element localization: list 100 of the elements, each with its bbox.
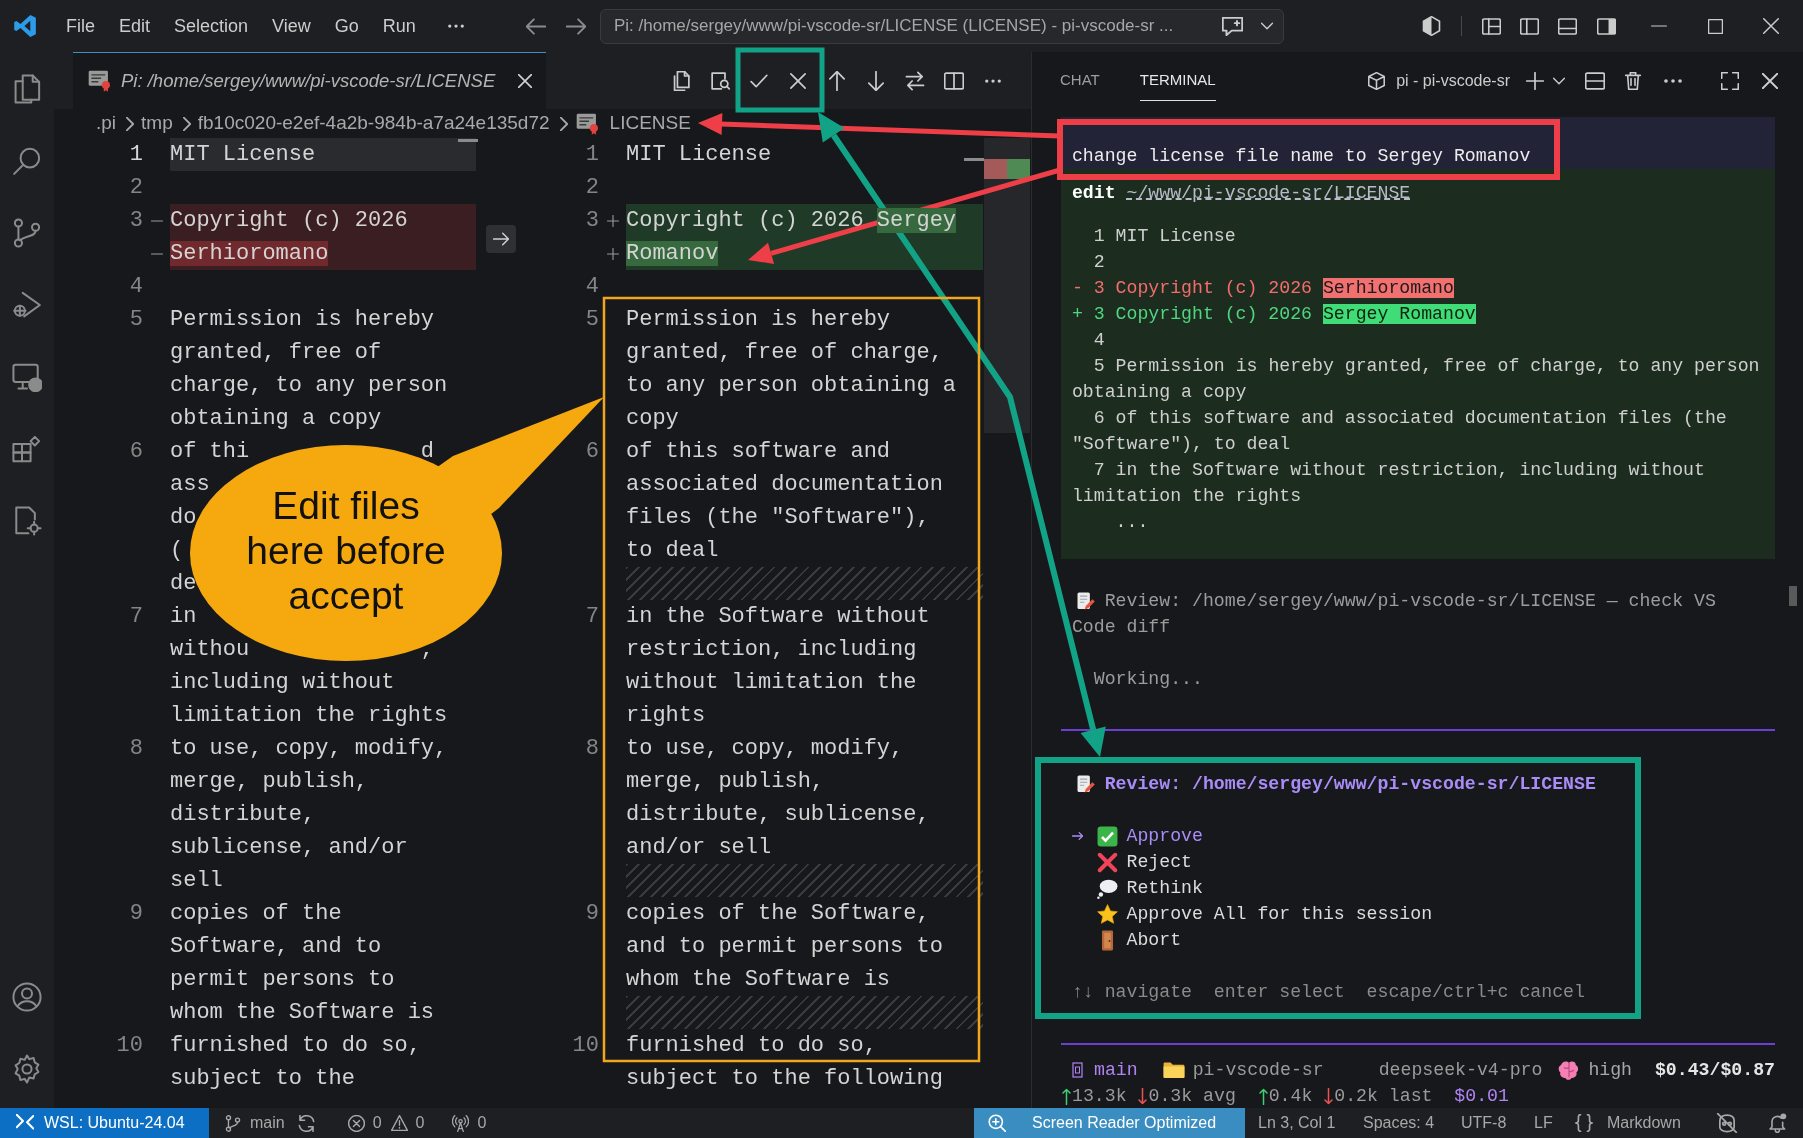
command-center[interactable]: Pi: /home/sergey/www/pi-vscode-sr/LICENSE (LICENSE) - pi-vscode-sr ...: [600, 8, 1284, 44]
code-text: distribute,: [170, 802, 316, 827]
code-text: and/or sell: [626, 835, 772, 860]
sidebar-left-icon[interactable]: [1519, 17, 1539, 35]
sync-icon[interactable]: [297, 1114, 315, 1132]
close-icon[interactable]: [787, 70, 808, 91]
menu-option[interactable]: Approve: [1061, 823, 1203, 849]
certificate-icon: [574, 112, 599, 135]
line-number: 3: [585, 208, 599, 233]
branch-button[interactable]: main: [225, 1111, 285, 1135]
arrow-right-icon[interactable]: [566, 17, 586, 35]
document-search-icon[interactable]: [709, 70, 730, 91]
breadcrumb-item[interactable]: fb10c020-e2ef-4a2b-984b-a7a24e135d72: [197, 109, 550, 138]
account-icon[interactable]: [12, 982, 42, 1012]
menu-option[interactable]: Abort: [1061, 927, 1182, 953]
code-text: distribute, sublicense,: [626, 802, 930, 827]
line-number: 3: [129, 208, 143, 233]
plus-icon[interactable]: [1526, 71, 1544, 90]
panel-tab[interactable]: TERMINAL: [1139, 60, 1216, 101]
arrow-right-icon: [493, 232, 509, 246]
eol-button[interactable]: LF: [1526, 1111, 1565, 1135]
robot-off-icon[interactable]: [1716, 1113, 1738, 1133]
code-text: without limitation the: [626, 670, 917, 695]
split-editor-icon[interactable]: [943, 70, 964, 91]
menu-item[interactable]: File: [66, 12, 95, 40]
arrow-left-icon[interactable]: [526, 17, 546, 35]
callout-text: Edit files here before accept: [245, 483, 447, 618]
working-status: Working...: [1092, 668, 1203, 691]
review-status: Code diff: [1071, 616, 1171, 639]
menu-item[interactable]: View: [272, 12, 311, 40]
more-icon[interactable]: [984, 78, 1001, 83]
editor-tab[interactable]: Pi: /home/sergey/www/pi-vscode-sr/LICENSE: [73, 52, 546, 109]
close-icon[interactable]: [518, 74, 532, 88]
cursor-position[interactable]: Ln 3, Col 1: [1250, 1111, 1350, 1135]
remote-indicator[interactable]: WSL: Ubuntu-24.04: [0, 1108, 209, 1138]
files-icon[interactable]: [12, 74, 42, 104]
more-icon[interactable]: [447, 24, 464, 28]
panel-bottom-icon[interactable]: [1557, 17, 1577, 35]
swap-icon[interactable]: [904, 70, 925, 91]
screen-reader-button[interactable]: Screen Reader Optimized: [974, 1108, 1245, 1138]
code-text: associated documentation: [626, 472, 943, 497]
arrow-up-icon[interactable]: [826, 70, 847, 91]
layout-icon[interactable]: [1481, 17, 1501, 35]
ports-button[interactable]: 0: [451, 1111, 487, 1135]
search-icon[interactable]: [12, 146, 42, 176]
usage-cost: $0.01: [1454, 1085, 1509, 1108]
code-text: Romanov: [626, 241, 719, 266]
code-text: of thi: [170, 439, 250, 464]
run-debug-icon[interactable]: [12, 290, 42, 320]
split-icon[interactable]: [1585, 71, 1605, 90]
menu-option[interactable]: Reject: [1061, 849, 1192, 875]
breadcrumb-item[interactable]: .pi: [96, 109, 117, 138]
usage-label: last: [1388, 1085, 1433, 1108]
panel-tab[interactable]: CHAT: [1060, 60, 1100, 101]
source-control-icon[interactable]: [12, 218, 42, 248]
encoding-button[interactable]: UTF-8: [1453, 1111, 1526, 1135]
maximize-icon[interactable]: [1721, 71, 1739, 90]
extensions-icon[interactable]: [12, 434, 42, 464]
line-number: 8: [129, 736, 143, 761]
sidebar-right-icon[interactable]: [1596, 17, 1616, 35]
code-text: to any person obtaining a: [626, 373, 957, 398]
menu-item[interactable]: Go: [334, 12, 359, 40]
caret-down-icon[interactable]: [1261, 22, 1273, 30]
branch-icon: [225, 1114, 241, 1132]
menu-item[interactable]: Edit: [119, 12, 151, 40]
maximize-icon[interactable]: [1707, 18, 1723, 34]
close-icon[interactable]: [1762, 72, 1778, 89]
trash-icon[interactable]: [1624, 71, 1642, 90]
settings-icon[interactable]: [12, 1054, 42, 1084]
arrow-down-icon[interactable]: [865, 70, 886, 91]
close-icon[interactable]: [1763, 18, 1779, 34]
breadcrumb-item[interactable]: tmp: [141, 109, 173, 138]
problems-button[interactable]: 0 0: [347, 1111, 425, 1135]
zoom-in-icon: [988, 1114, 1006, 1132]
code-text: ,: [420, 636, 434, 664]
terminal-dropdown[interactable]: pi - pi-vscode-sr: [1368, 68, 1510, 93]
breadcrumb-item[interactable]: LICENSE: [609, 109, 691, 138]
file-path[interactable]: ~/www/pi-vscode-sr/LICENSE: [1126, 180, 1411, 206]
app-logo-icon[interactable]: [14, 15, 36, 37]
menu-option[interactable]: Rethink: [1061, 875, 1203, 901]
indentation-button[interactable]: Spaces: 4: [1355, 1111, 1453, 1135]
remote-explorer-icon[interactable]: [12, 362, 42, 392]
line-number: 4: [129, 274, 143, 299]
code-text: withou: [170, 637, 250, 662]
menu-option[interactable]: Approve All for this session: [1061, 901, 1433, 927]
chevron-right-icon: [126, 116, 135, 131]
hexagon-icon[interactable]: [1421, 16, 1441, 36]
diff-line: ...: [1114, 511, 1149, 534]
menu-item[interactable]: Run: [382, 12, 416, 40]
menu-item[interactable]: Selection: [174, 12, 249, 40]
language-button[interactable]: Markdown: [1565, 1111, 1700, 1135]
chat-icon[interactable]: [1222, 16, 1243, 36]
diff-line: + 3 Copyright (c) 2026 Sergey Romanov: [1071, 303, 1476, 326]
minus-icon: [150, 252, 163, 255]
plus-icon: [606, 214, 619, 227]
more-icon[interactable]: [1664, 78, 1682, 83]
caret-down-icon[interactable]: [1553, 76, 1565, 85]
document-gear-icon[interactable]: [12, 506, 42, 536]
revert-button[interactable]: [486, 225, 516, 253]
bell-icon[interactable]: [1768, 1113, 1788, 1133]
